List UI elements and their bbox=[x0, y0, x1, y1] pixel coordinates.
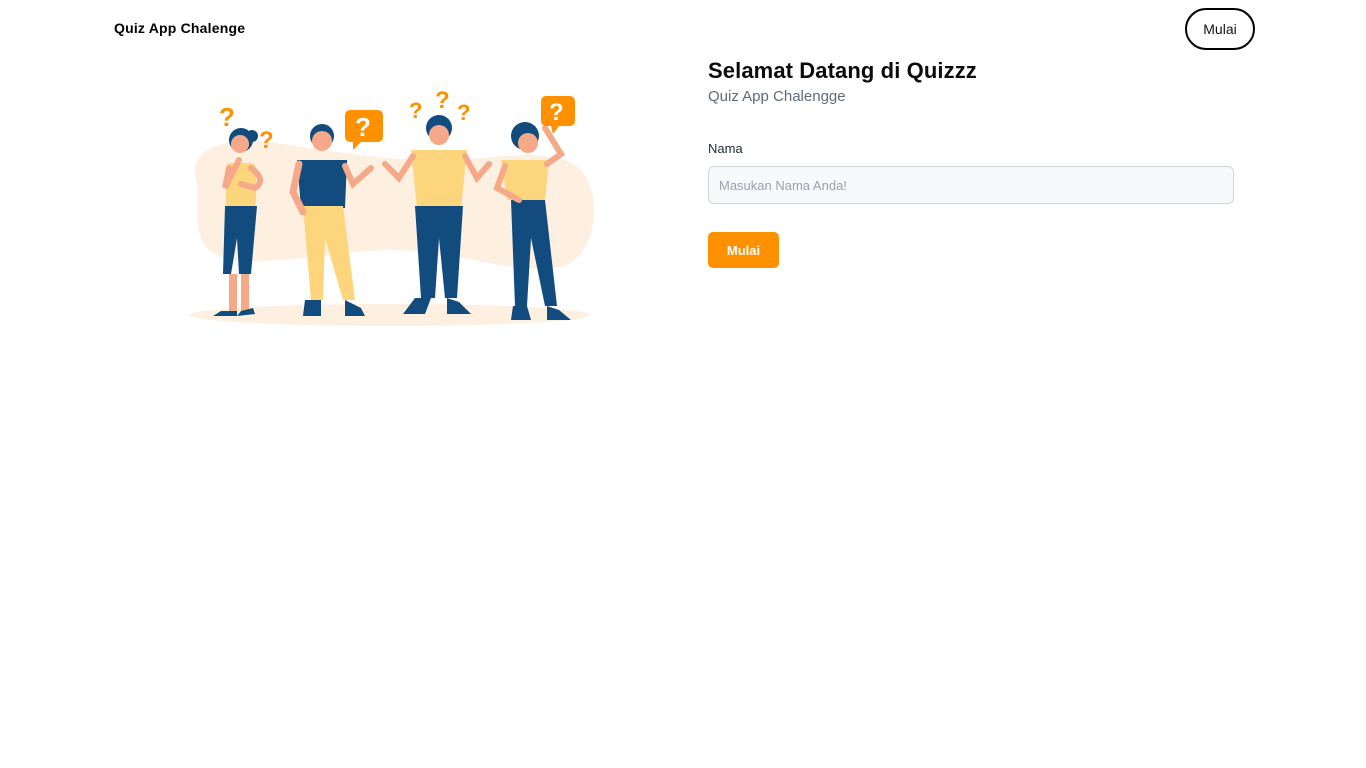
page-title: Selamat Datang di Quizzz bbox=[708, 58, 977, 83]
question-bubble-icon: ? bbox=[549, 99, 564, 126]
question-bubble-icon: ? bbox=[355, 112, 371, 142]
ground-shadow bbox=[190, 304, 590, 326]
page-subtitle: Quiz App Chalengge bbox=[708, 88, 846, 105]
question-mark-icon: ? bbox=[435, 88, 450, 114]
name-input[interactable] bbox=[708, 166, 1234, 204]
question-mark-icon: ? bbox=[409, 98, 422, 123]
question-mark-icon: ? bbox=[219, 102, 235, 132]
start-quiz-button[interactable]: Mulai bbox=[708, 232, 779, 268]
nav-start-button[interactable]: Mulai bbox=[1185, 8, 1255, 50]
name-label: Nama bbox=[708, 141, 743, 156]
question-mark-icon: ? bbox=[259, 127, 274, 154]
quiz-illustration: ? ? ? ? ? ? ? bbox=[190, 88, 595, 326]
question-mark-icon: ? bbox=[457, 100, 470, 125]
brand-logo[interactable]: Quiz App Chalenge bbox=[114, 20, 245, 36]
